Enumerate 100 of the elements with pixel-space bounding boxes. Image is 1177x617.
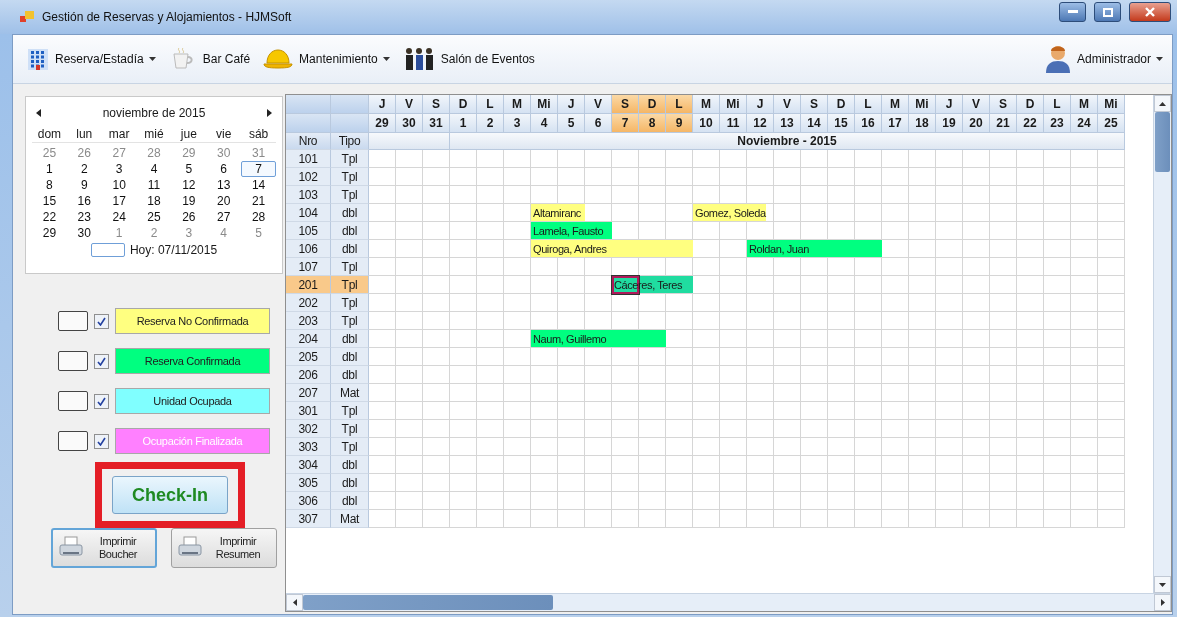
room-number-cell: 203: [286, 312, 331, 330]
calendar-day[interactable]: 20: [206, 193, 242, 209]
checkbox[interactable]: [94, 433, 109, 449]
calendar-day[interactable]: 17: [101, 193, 137, 209]
close-button[interactable]: [1129, 2, 1171, 22]
checkbox[interactable]: [94, 313, 109, 329]
room-number-cell: 102: [286, 168, 331, 186]
calendar-day[interactable]: 25: [136, 209, 172, 225]
booking-bar[interactable]: Lamela, Fausto: [531, 222, 612, 239]
user-menu[interactable]: Administrador: [1040, 42, 1166, 76]
calendar-day[interactable]: 31: [241, 145, 276, 161]
month-header: Noviembre - 2015: [450, 133, 1125, 150]
today-link[interactable]: Hoy: 07/11/2015: [129, 243, 218, 257]
date-header: 17: [882, 114, 909, 133]
left-arrow-icon: [292, 599, 297, 606]
vertical-scrollbar[interactable]: [1153, 95, 1171, 593]
calendar-day[interactable]: 2: [66, 161, 102, 177]
weekday-header: Mi: [720, 95, 747, 114]
room-type-cell: Tpl: [331, 168, 369, 186]
weekday-header: M: [1071, 95, 1098, 114]
weekday-header: S: [612, 95, 639, 114]
check-in-button[interactable]: Check-In: [112, 476, 228, 514]
calendar-day[interactable]: 8: [32, 177, 67, 193]
toolbar-menu-item[interactable]: Mantenimiento: [259, 45, 393, 73]
date-header: 21: [990, 114, 1017, 133]
calendar-day[interactable]: 12: [171, 177, 207, 193]
calendar-day[interactable]: 1: [101, 225, 137, 241]
calendar-day[interactable]: 15: [32, 193, 67, 209]
scroll-down-button[interactable]: [1154, 576, 1171, 593]
date-header: 9: [666, 114, 693, 133]
scroll-thumb[interactable]: [1155, 112, 1170, 172]
calendar-day[interactable]: 3: [171, 225, 207, 241]
calendar-day[interactable]: 6: [206, 161, 242, 177]
booking-bar[interactable]: Roldan, Juan: [747, 240, 882, 257]
calendar-day[interactable]: 23: [66, 209, 102, 225]
booking-bar[interactable]: Naum, Guillemo: [531, 330, 666, 347]
previous-month-button[interactable]: [36, 109, 41, 117]
booking-bar[interactable]: Gomez, Soleda: [693, 204, 766, 221]
calendar-day[interactable]: 10: [101, 177, 137, 193]
print-button[interactable]: Imprimir Boucher: [51, 528, 157, 568]
color-swatch[interactable]: [58, 391, 88, 411]
calendar-day[interactable]: 4: [136, 161, 172, 177]
calendar-day[interactable]: 9: [66, 177, 102, 193]
corner-header-cell: [331, 114, 369, 133]
toolbar-menu-item[interactable]: Salón de Eventos: [398, 44, 538, 74]
calendar-day[interactable]: 30: [206, 145, 242, 161]
calendar-day[interactable]: 16: [66, 193, 102, 209]
booking-bar[interactable]: Quiroga, Andres: [531, 240, 693, 257]
scroll-thumb[interactable]: [303, 595, 553, 610]
calendar-day[interactable]: 5: [241, 225, 276, 241]
calendar-day[interactable]: 24: [101, 209, 137, 225]
up-arrow-icon: [1159, 101, 1166, 106]
calendar-day[interactable]: 21: [241, 193, 276, 209]
calendar-day[interactable]: 22: [32, 209, 67, 225]
checkbox[interactable]: [94, 353, 109, 369]
calendar-day[interactable]: 14: [241, 177, 276, 193]
calendar-day[interactable]: 1: [32, 161, 67, 177]
scroll-right-button[interactable]: [1154, 594, 1171, 611]
corner-header-cell: [286, 95, 331, 114]
calendar-day[interactable]: 19: [171, 193, 207, 209]
color-swatch[interactable]: [58, 431, 88, 451]
next-month-button[interactable]: [267, 109, 272, 117]
calendar-day[interactable]: 11: [136, 177, 172, 193]
weekday-header: S: [423, 95, 450, 114]
date-header: 29: [369, 114, 396, 133]
date-header: 20: [963, 114, 990, 133]
calendar-day[interactable]: 25: [32, 145, 67, 161]
calendar-day[interactable]: 29: [32, 225, 67, 241]
maximize-button[interactable]: [1094, 2, 1121, 22]
weekday-header: M: [504, 95, 531, 114]
scroll-left-button[interactable]: [286, 594, 303, 611]
column-header: Nro: [286, 133, 331, 150]
calendar-day[interactable]: 30: [66, 225, 102, 241]
calendar-day[interactable]: 18: [136, 193, 172, 209]
calendar-day[interactable]: 28: [241, 209, 276, 225]
calendar-day[interactable]: 3: [101, 161, 137, 177]
calendar-day[interactable]: 26: [66, 145, 102, 161]
toolbar-menu-item[interactable]: Bar Café: [164, 44, 254, 74]
calendar-day[interactable]: 13: [206, 177, 242, 193]
calendar-day[interactable]: 7: [241, 161, 276, 177]
calendar-day[interactable]: 29: [171, 145, 207, 161]
weekday-header: L: [855, 95, 882, 114]
minimize-button[interactable]: [1059, 2, 1086, 22]
calendar-day[interactable]: 28: [136, 145, 172, 161]
weekday-label: vie: [206, 127, 242, 143]
calendar-day[interactable]: 26: [171, 209, 207, 225]
hard-hat-icon: [262, 47, 295, 71]
corner-header-cell: [286, 114, 331, 133]
color-swatch[interactable]: [58, 351, 88, 371]
booking-bar[interactable]: Altamiranc: [531, 204, 585, 221]
calendar-day[interactable]: 5: [171, 161, 207, 177]
horizontal-scrollbar[interactable]: [286, 593, 1171, 611]
print-button[interactable]: Imprimir Resumen: [171, 528, 277, 568]
color-swatch[interactable]: [58, 311, 88, 331]
room-type-cell: Tpl: [331, 312, 369, 330]
calendar-day[interactable]: 27: [206, 209, 242, 225]
weekday-header: Mi: [531, 95, 558, 114]
checkbox[interactable]: [94, 393, 109, 409]
scroll-up-button[interactable]: [1154, 95, 1171, 112]
toolbar-menu-item[interactable]: Reserva/Estadía: [23, 45, 159, 73]
